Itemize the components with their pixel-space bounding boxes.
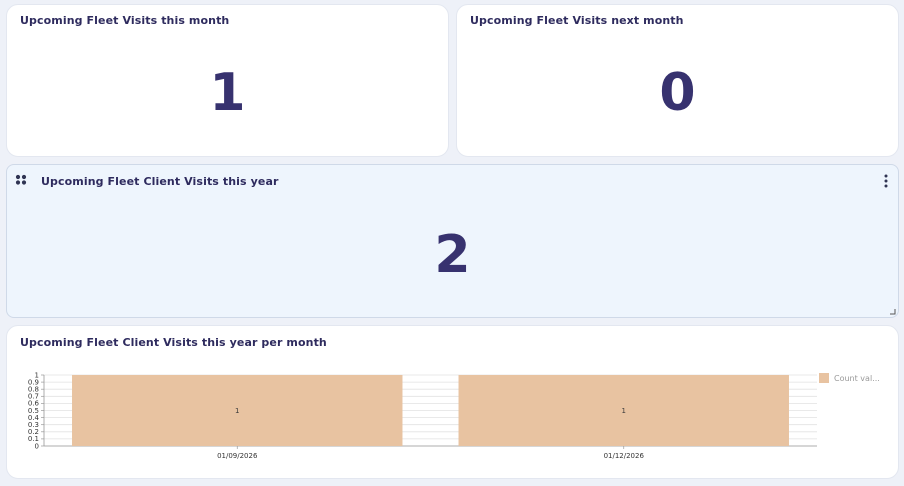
legend-swatch xyxy=(819,373,829,383)
client-visits-per-month-card: Upcoming Fleet Client Visits this year p… xyxy=(6,325,899,479)
client-visits-this-year-card[interactable]: Upcoming Fleet Client Visits this year 2 xyxy=(6,164,899,318)
y-tick-label: 0.2 xyxy=(28,428,39,436)
y-tick-label: 0.8 xyxy=(28,386,39,394)
x-tick-label: 01/12/2026 xyxy=(604,452,645,460)
visits-this-month-value: 1 xyxy=(209,63,246,123)
visits-next-month-title: Upcoming Fleet Visits next month xyxy=(470,14,684,27)
y-tick-label: 0.5 xyxy=(28,407,39,415)
visits-this-month-card[interactable]: Upcoming Fleet Visits this month 1 xyxy=(6,4,449,157)
visits-per-month-chart: 00.10.20.30.40.50.60.70.80.91101/09/2026… xyxy=(28,371,880,460)
y-tick-label: 0 xyxy=(35,442,39,450)
y-tick-label: 0.6 xyxy=(28,400,40,408)
client-visits-this-year-value: 2 xyxy=(434,225,471,285)
y-tick-label: 0.7 xyxy=(28,393,39,401)
drag-handle-icon[interactable] xyxy=(15,174,27,188)
visits-next-month-card[interactable]: Upcoming Fleet Visits next month 0 xyxy=(456,4,899,157)
legend-label: Count val... xyxy=(834,374,880,383)
visits-this-month-title: Upcoming Fleet Visits this month xyxy=(20,14,230,27)
bar-data-label: 1 xyxy=(622,407,626,415)
bar-data-label: 1 xyxy=(235,407,239,415)
visits-next-month-value: 0 xyxy=(659,63,696,123)
client-visits-this-year-title: Upcoming Fleet Client Visits this year xyxy=(41,175,279,188)
x-tick-label: 01/09/2026 xyxy=(217,452,258,460)
y-tick-label: 0.4 xyxy=(28,414,40,422)
y-tick-label: 0.1 xyxy=(28,435,39,443)
y-tick-label: 0.3 xyxy=(28,421,39,429)
y-tick-label: 0.9 xyxy=(28,378,39,386)
y-tick-label: 1 xyxy=(35,371,39,379)
resize-corner-icon[interactable] xyxy=(889,308,896,315)
more-vertical-icon[interactable] xyxy=(883,174,889,188)
